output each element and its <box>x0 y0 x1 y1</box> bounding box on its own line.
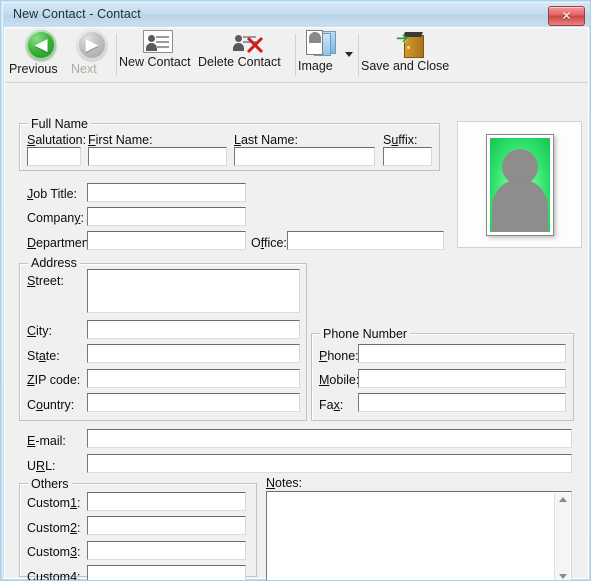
chevron-down-icon[interactable] <box>345 52 353 57</box>
label-fax: Fax: <box>319 398 344 412</box>
contact-card-icon <box>143 30 173 53</box>
toolbar-button-save-and-close[interactable]: ➔ Save and Close <box>361 30 461 80</box>
label-salutation: Salutation: <box>27 133 87 147</box>
toolbar-button-new-contact[interactable]: New Contact <box>119 30 197 80</box>
contact-card-delete-icon <box>230 30 264 54</box>
input-salutation[interactable] <box>27 147 81 166</box>
contact-photo-placeholder <box>486 134 554 236</box>
group-address-title: Address <box>28 256 80 270</box>
input-country[interactable] <box>87 393 300 412</box>
window-title-bar[interactable]: New Contact - Contact ✕ <box>3 3 590 28</box>
input-fax[interactable] <box>358 393 566 412</box>
close-icon: ✕ <box>561 9 572 23</box>
toolbar-button-previous[interactable]: ◀ Previous <box>9 30 73 80</box>
toolbar-separator-1 <box>116 34 117 76</box>
toolbar-button-previous-label: Previous <box>9 62 58 76</box>
input-custom3[interactable] <box>87 541 246 560</box>
group-others-title: Others <box>28 477 72 491</box>
forward-arrow-icon: ▶ <box>77 30 107 60</box>
input-notes[interactable] <box>266 491 572 580</box>
save-and-close-door-icon: ➔ <box>396 30 426 58</box>
toolbar-button-new-contact-label: New Contact <box>119 55 191 69</box>
toolbar-button-image-label: Image <box>298 59 333 73</box>
back-arrow-icon: ◀ <box>26 30 56 60</box>
label-email: E-mail: <box>27 434 66 448</box>
toolbar-separator-3 <box>358 34 359 76</box>
person-silhouette-icon <box>490 138 550 232</box>
input-custom4[interactable] <box>87 565 246 580</box>
input-custom1[interactable] <box>87 492 246 511</box>
input-suffix[interactable] <box>383 147 432 166</box>
label-custom4: Custom4: <box>27 570 81 581</box>
input-office[interactable] <box>287 231 444 250</box>
toolbar-button-delete-contact-label: Delete Contact <box>198 55 281 69</box>
toolbar-separator-2 <box>295 34 296 76</box>
label-custom3: Custom3: <box>27 545 81 559</box>
group-full-name-title: Full Name <box>28 117 91 131</box>
scroll-up-arrow-icon[interactable] <box>555 493 570 508</box>
contact-window: New Contact - Contact ✕ ◀ Previous ▶ Nex… <box>0 0 591 581</box>
label-zip-code: ZIP code: <box>27 373 81 387</box>
image-stack-icon <box>306 30 336 57</box>
input-company[interactable] <box>87 207 246 226</box>
input-phone[interactable] <box>358 344 566 363</box>
input-state[interactable] <box>87 344 300 363</box>
label-office: Office: <box>251 236 287 250</box>
input-last-name[interactable] <box>234 147 375 166</box>
toolbar-button-save-and-close-label: Save and Close <box>361 59 450 73</box>
contact-photo-frame[interactable] <box>457 121 582 248</box>
close-button[interactable]: ✕ <box>548 6 585 26</box>
input-email[interactable] <box>87 429 572 448</box>
input-department[interactable] <box>87 231 246 250</box>
label-department: Department: <box>27 236 96 250</box>
label-street: Street: <box>27 274 64 288</box>
toolbar: ◀ Previous ▶ Next New Contact Delete Con… <box>5 28 588 83</box>
label-phone: Phone: <box>319 349 359 363</box>
label-mobile: Mobile: <box>319 373 360 387</box>
window-title: New Contact - Contact <box>13 7 141 21</box>
input-zip-code[interactable] <box>87 369 300 388</box>
notes-scrollbar[interactable] <box>554 493 570 580</box>
label-first-name: First Name: <box>88 133 153 147</box>
label-city: City: <box>27 324 53 338</box>
label-notes: Notes: <box>266 476 303 490</box>
toolbar-button-delete-contact[interactable]: Delete Contact <box>198 30 292 80</box>
label-custom2: Custom2: <box>27 521 81 535</box>
input-city[interactable] <box>87 320 300 339</box>
client-area: ◀ Previous ▶ Next New Contact Delete Con… <box>4 27 589 581</box>
label-custom1: Custom1: <box>27 496 81 510</box>
label-state: State: <box>27 349 60 363</box>
scroll-down-arrow-icon[interactable] <box>555 569 570 580</box>
toolbar-button-image[interactable]: Image <box>298 30 344 80</box>
input-job-title[interactable] <box>87 183 246 202</box>
label-company: Company: <box>27 211 84 225</box>
input-mobile[interactable] <box>358 369 566 388</box>
label-last-name: Last Name: <box>234 133 298 147</box>
group-phone-number-title: Phone Number <box>320 327 411 341</box>
input-street[interactable] <box>87 269 300 313</box>
red-x-icon <box>246 36 264 54</box>
input-first-name[interactable] <box>88 147 227 166</box>
input-custom2[interactable] <box>87 516 246 535</box>
input-url[interactable] <box>87 454 572 473</box>
toolbar-button-next[interactable]: ▶ Next <box>71 30 113 80</box>
label-job-title: Job Title: <box>27 187 78 201</box>
label-suffix: Suffix: <box>383 133 418 147</box>
toolbar-button-next-label: Next <box>71 62 97 76</box>
label-url: URL: <box>27 459 56 473</box>
label-country: Country: <box>27 398 75 412</box>
